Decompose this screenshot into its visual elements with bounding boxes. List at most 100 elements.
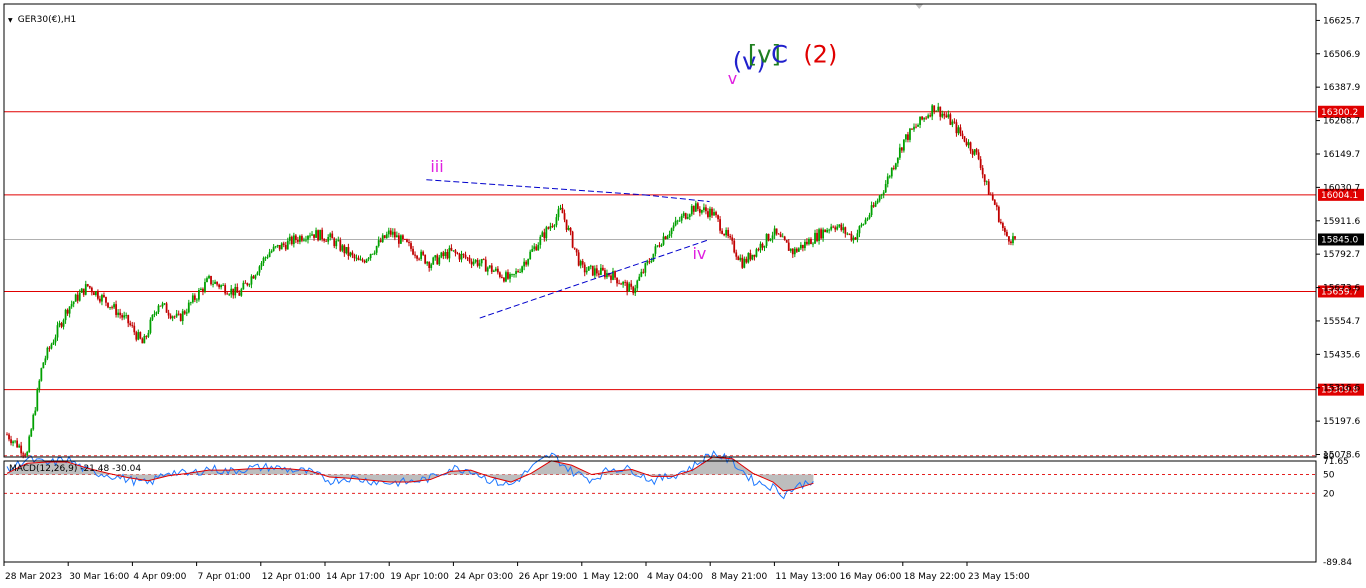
candle-body: [125, 315, 128, 316]
candle-body: [206, 278, 208, 283]
candle-body: [549, 226, 552, 229]
candle-body: [143, 335, 146, 344]
candle-body: [664, 236, 667, 240]
candle-body: [214, 281, 216, 284]
candle-body: [22, 453, 25, 455]
candle-body: [420, 251, 423, 259]
candle-body: [743, 258, 746, 268]
candle-body: [832, 226, 835, 228]
wave-label-5: C: [771, 41, 788, 69]
candle-body: [256, 272, 259, 276]
candle-body: [30, 429, 33, 437]
candle-body: [195, 299, 198, 301]
candle-body: [28, 436, 31, 452]
candle-body: [830, 226, 833, 230]
candle-body: [680, 215, 683, 221]
candle-body: [385, 234, 388, 239]
candle-body: [422, 251, 425, 255]
candle-body: [842, 227, 845, 231]
candle-body: [58, 323, 61, 326]
candle-body: [513, 273, 515, 275]
candle-body: [84, 284, 87, 295]
dropdown-triangle-icon[interactable]: ▼: [8, 17, 13, 24]
candle-body: [915, 126, 917, 128]
candle-body: [46, 347, 49, 359]
candle-body: [52, 342, 55, 345]
candle-body: [583, 264, 586, 273]
candle-body: [705, 207, 707, 212]
chart-window[interactable]: 16300.2 16004.1 15659.7 15309.8 15845.0 16625…: [0, 0, 1366, 588]
candle-body: [636, 280, 639, 289]
candle-body: [173, 316, 176, 318]
candle-body: [579, 261, 582, 266]
candle-body: [941, 113, 944, 117]
candle-body: [507, 272, 509, 279]
candle-body: [62, 320, 65, 327]
candle-body: [169, 315, 172, 319]
candle-body: [846, 233, 849, 235]
candle-body: [529, 251, 532, 260]
candle-body: [486, 267, 489, 272]
candle-body: [527, 259, 530, 265]
candle-body: [676, 220, 679, 222]
candle-body: [692, 206, 695, 212]
candle-body: [604, 270, 606, 278]
candle-body: [42, 362, 45, 369]
candle-body: [208, 275, 210, 279]
candle-body: [943, 113, 946, 116]
price-chart[interactable]: 16300.216004.115659.715309.815845.016625…: [0, 0, 1366, 588]
candle-body: [634, 288, 637, 294]
candle-body: [626, 282, 629, 292]
macd-tick-3: 20: [1323, 489, 1335, 499]
candle-body: [622, 281, 625, 285]
candle-body: [430, 264, 433, 269]
candle-body: [34, 410, 37, 415]
x-tick-label-15: 23 May 15:00: [968, 572, 1030, 582]
candle-body: [696, 203, 699, 209]
candle-body: [117, 312, 120, 315]
candle-body: [238, 292, 241, 296]
candle-body: [1003, 227, 1006, 232]
candle-body: [490, 265, 493, 272]
macd-tick-2: 50: [1323, 471, 1335, 481]
candle-body: [448, 247, 451, 259]
candle-body: [250, 276, 253, 285]
candle-body: [426, 262, 429, 264]
candle-body: [781, 236, 784, 238]
candle-body: [646, 261, 649, 264]
candle-body: [204, 282, 206, 292]
candle-body: [230, 288, 233, 295]
candle-body: [264, 257, 267, 259]
candle-body: [711, 208, 713, 216]
candle-body: [850, 233, 853, 241]
candle-body: [115, 304, 117, 315]
candle-body: [181, 311, 184, 322]
candle-body: [276, 245, 279, 247]
candle-body: [858, 226, 861, 234]
candle-body: [755, 249, 758, 257]
candle-body: [78, 292, 81, 301]
candle-body: [872, 205, 875, 207]
candle-body: [840, 224, 843, 231]
candle-body: [183, 311, 186, 314]
candle-body: [509, 274, 511, 279]
candle-body: [896, 157, 899, 164]
candle-body: [987, 181, 990, 195]
y-tick-label-4: 16149.7: [1323, 150, 1360, 160]
candle-body: [202, 288, 204, 292]
candle-body: [670, 228, 673, 235]
candle-body: [985, 181, 988, 183]
candle-body: [935, 110, 938, 112]
candle-body: [587, 266, 590, 271]
candle-body: [511, 274, 513, 275]
candle-body: [725, 229, 728, 236]
trendline-2: [479, 239, 710, 319]
candle-body: [737, 256, 740, 261]
candle-body: [480, 259, 483, 264]
candle-body: [565, 219, 568, 230]
candle-body: [268, 252, 271, 257]
candle-body: [331, 233, 334, 239]
candle-body: [505, 272, 507, 282]
candle-body: [852, 237, 855, 241]
candle-body: [371, 253, 374, 255]
